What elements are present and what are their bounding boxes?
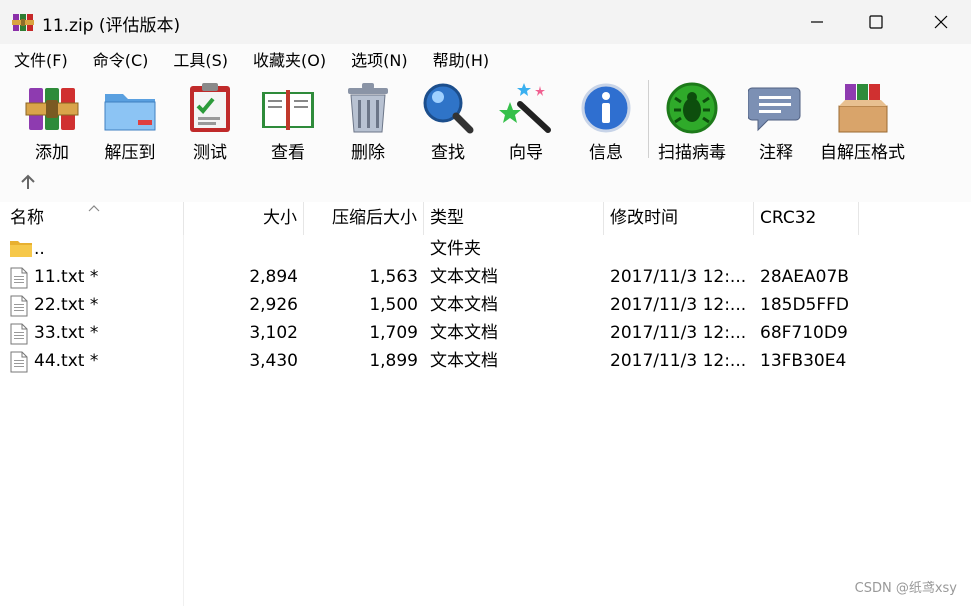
sfx-label: 自解压格式 [820, 143, 905, 163]
column-header-packed[interactable]: 压缩后大小 [304, 202, 424, 235]
column-header-modified[interactable]: 修改时间 [604, 202, 754, 235]
sfx-box-icon [838, 84, 887, 133]
virus-scan-icon [666, 82, 718, 134]
maximize-button[interactable] [846, 0, 906, 44]
table-row[interactable]: 11.txt * 2,894 1,563 文本文档 2017/11/3 12:.… [0, 263, 971, 291]
file-name: .. [34, 239, 45, 259]
view-label: 查看 [271, 143, 305, 163]
menu-bar: 文件(F) 命令(C) 工具(S) 收藏夹(O) 选项(N) 帮助(H) [0, 44, 971, 74]
file-size: 3,430 [249, 351, 298, 371]
file-size: 2,926 [249, 295, 298, 315]
add-label: 添加 [35, 143, 69, 163]
file-name: 11.txt * [34, 267, 99, 287]
magnifier-icon [423, 83, 474, 134]
table-row[interactable]: 22.txt * 2,926 1,500 文本文档 2017/11/3 12:.… [0, 291, 971, 319]
column-header-size[interactable]: 大小 [184, 202, 304, 235]
sort-ascending-icon [88, 205, 100, 212]
info-icon [581, 83, 631, 133]
file-type: 文件夹 [430, 239, 481, 259]
info-label: 信息 [589, 143, 623, 163]
file-type: 文本文档 [430, 323, 498, 343]
file-packed-size: 1,709 [369, 323, 418, 343]
menu-favorites[interactable]: 收藏夹(O) [242, 47, 337, 71]
text-file-icon [10, 323, 28, 345]
find-label: 查找 [431, 143, 465, 163]
wizard-button[interactable]: 向导 [498, 80, 554, 163]
file-crc: 185D5FFD [760, 295, 850, 315]
table-row[interactable]: 44.txt * 3,430 1,899 文本文档 2017/11/3 12:.… [0, 347, 971, 375]
file-modified: 2017/11/3 12:... [610, 267, 747, 287]
extract-folder-icon [104, 94, 156, 131]
extract-label: 解压到 [104, 143, 156, 163]
toolbar: 添加 解压到 测试 查看 删除 查找 向导 信息 扫描病毒 注释 自解压格式 [0, 74, 971, 202]
table-row[interactable]: 33.txt * 3,102 1,709 文本文档 2017/11/3 12:.… [0, 319, 971, 347]
column-header-type[interactable]: 类型 [424, 202, 604, 235]
sfx-button[interactable]: 自解压格式 [820, 80, 905, 163]
table-row-parent[interactable]: .. 文件夹 [0, 235, 971, 263]
find-button[interactable]: 查找 [420, 80, 476, 163]
scan-virus-button[interactable]: 扫描病毒 [658, 80, 726, 163]
file-size: 2,894 [249, 267, 298, 287]
watermark: CSDN @纸鸢xsy [854, 581, 957, 596]
file-packed-size: 1,899 [369, 351, 418, 371]
view-book-icon [262, 90, 314, 130]
file-crc: 13FB30E4 [760, 351, 847, 371]
file-type: 文本文档 [430, 267, 498, 287]
delete-label: 删除 [351, 143, 385, 163]
window-title: 11.zip (评估版本) [42, 16, 181, 36]
file-packed-size: 1,563 [369, 267, 418, 287]
file-crc: 28AEA07B [760, 267, 849, 287]
file-crc: 68F710D9 [760, 323, 848, 343]
folder-icon [10, 241, 32, 257]
file-packed-size: 1,500 [369, 295, 418, 315]
file-type: 文本文档 [430, 351, 498, 371]
toolbar-separator [648, 80, 649, 158]
test-label: 测试 [193, 143, 227, 163]
up-level-icon[interactable] [18, 172, 38, 192]
delete-button[interactable]: 删除 [340, 80, 396, 163]
file-size: 3,102 [249, 323, 298, 343]
magic-wand-icon [499, 83, 551, 133]
list-header: 名称 大小 压缩后大小 类型 修改时间 CRC32 [0, 202, 971, 235]
comment-bubble-icon [748, 87, 801, 132]
menu-commands[interactable]: 命令(C) [82, 47, 160, 71]
file-list: 名称 大小 压缩后大小 类型 修改时间 CRC32 .. 文件夹 11.txt … [0, 202, 971, 606]
menu-tools[interactable]: 工具(S) [162, 47, 239, 71]
file-type: 文本文档 [430, 295, 498, 315]
column-header-crc[interactable]: CRC32 [754, 202, 859, 235]
trash-icon [348, 83, 388, 133]
minimize-button[interactable] [787, 0, 847, 44]
comment-button[interactable]: 注释 [748, 80, 804, 163]
file-modified: 2017/11/3 12:... [610, 351, 747, 371]
close-button[interactable] [911, 0, 971, 44]
close-icon [934, 15, 948, 29]
info-button[interactable]: 信息 [578, 80, 634, 163]
test-clipboard-icon [190, 83, 230, 132]
file-modified: 2017/11/3 12:... [610, 295, 747, 315]
text-file-icon [10, 267, 28, 289]
add-archive-icon [25, 88, 79, 130]
menu-help[interactable]: 帮助(H) [422, 47, 501, 71]
scan-virus-label: 扫描病毒 [658, 143, 726, 163]
menu-options[interactable]: 选项(N) [340, 47, 418, 71]
wizard-label: 向导 [509, 143, 543, 163]
file-modified: 2017/11/3 12:... [610, 323, 747, 343]
file-name: 44.txt * [34, 351, 99, 371]
winrar-app-icon [12, 14, 34, 31]
menu-file[interactable]: 文件(F) [3, 47, 79, 71]
title-bar: 11.zip (评估版本) [0, 0, 971, 44]
minimize-icon [811, 21, 823, 23]
column-header-name[interactable]: 名称 [0, 202, 184, 235]
file-name: 33.txt * [34, 323, 99, 343]
test-button[interactable]: 测试 [182, 80, 238, 163]
comment-label: 注释 [759, 143, 793, 163]
file-name: 22.txt * [34, 295, 99, 315]
text-file-icon [10, 295, 28, 317]
text-file-icon [10, 351, 28, 373]
extract-button[interactable]: 解压到 [102, 80, 158, 163]
maximize-icon [869, 15, 883, 29]
add-button[interactable]: 添加 [24, 80, 80, 163]
view-button[interactable]: 查看 [260, 80, 316, 163]
